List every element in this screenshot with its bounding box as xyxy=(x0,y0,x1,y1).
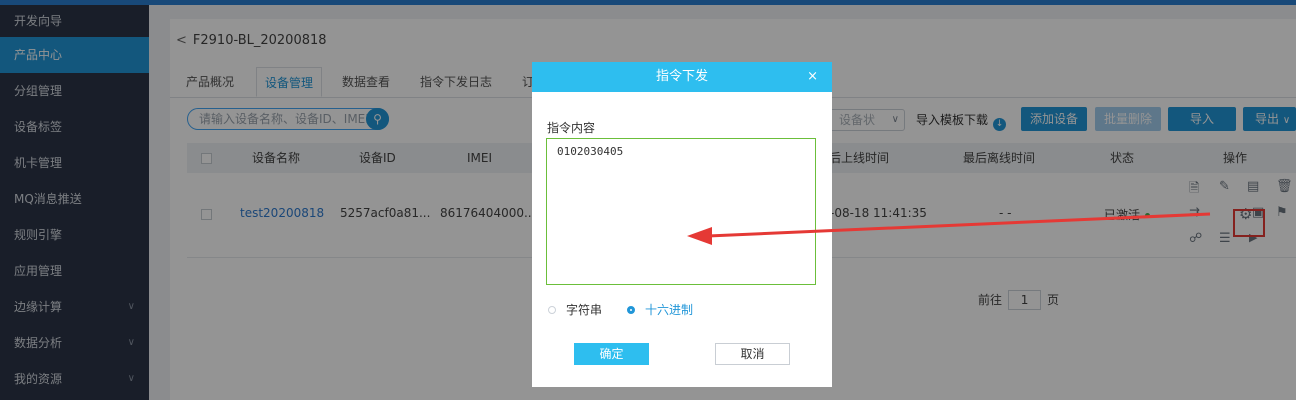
annotation-arrow-line xyxy=(707,212,1211,238)
annotation-arrow-head xyxy=(687,227,712,245)
annotation-arrow xyxy=(687,212,1211,245)
